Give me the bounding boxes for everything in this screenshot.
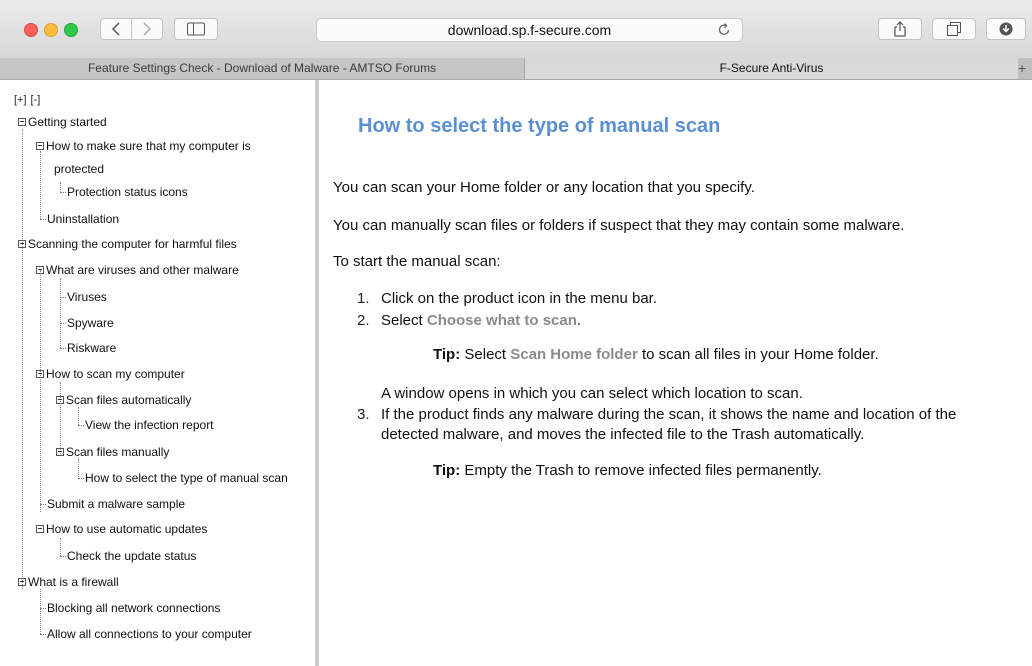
browser-toolbar: download.sp.f-secure.com: [0, 0, 1032, 59]
sidebar-icon: [187, 22, 205, 36]
tree-item-select-manual-scan[interactable]: How to select the type of manual scan: [78, 471, 288, 485]
tree-item-scan-manually[interactable]: Scan files manually: [56, 445, 169, 459]
help-article: How to select the type of manual scan Yo…: [319, 80, 1032, 666]
tree-item-automatic-updates[interactable]: How to use automatic updates: [36, 522, 207, 536]
tree-item-blocking-connections[interactable]: Blocking all network connections: [40, 601, 220, 615]
tree-item-getting-started[interactable]: Getting started: [18, 115, 107, 129]
forward-button[interactable]: [131, 18, 163, 40]
tree-item-what-are-viruses[interactable]: What are viruses and other malware: [36, 263, 239, 277]
tree-item-uninstallation[interactable]: Uninstallation: [40, 212, 119, 226]
window-opens-text: A window opens in which you can select w…: [381, 385, 803, 402]
step-3-line-2: detected malware, and moves the infected…: [381, 426, 865, 443]
tree-item-allow-connections[interactable]: Allow all connections to your computer: [40, 627, 252, 641]
show-sidebar-button[interactable]: [174, 18, 218, 40]
downloads-button[interactable]: [986, 18, 1026, 40]
choose-what-to-scan-label: Choose what to scan: [426, 312, 577, 329]
address-bar[interactable]: download.sp.f-secure.com: [316, 18, 743, 42]
expand-all-link[interactable]: [+]: [14, 94, 27, 106]
tree-item-riskware[interactable]: Riskware: [60, 341, 116, 355]
tab-amtso-forums[interactable]: Feature Settings Check - Download of Mal…: [0, 58, 525, 79]
page-title: How to select the type of manual scan: [358, 115, 721, 137]
tree-guide-line: [60, 278, 61, 348]
minimize-window-button[interactable]: [44, 23, 58, 37]
tip-empty-trash: Tip: Empty the Trash to remove infected …: [433, 462, 822, 479]
step-number: 3.: [357, 406, 370, 423]
tree-guide-line: [40, 270, 41, 512]
tree-item-scanning[interactable]: Scanning the computer for harmful files: [18, 237, 237, 251]
collapse-node-icon[interactable]: [36, 524, 44, 533]
share-icon: [894, 21, 906, 37]
chevron-left-icon: [111, 22, 120, 36]
tree-item-update-status[interactable]: Check the update status: [60, 549, 196, 563]
step-3-line-1: If the product finds any malware during …: [381, 406, 957, 423]
tree-item-spyware[interactable]: Spyware: [60, 316, 114, 330]
tab-bar: Feature Settings Check - Download of Mal…: [0, 58, 1032, 80]
step-1-text: Click on the product icon in the menu ba…: [381, 290, 657, 307]
step-2-text: Select Choose what to scan.: [381, 312, 582, 329]
reload-icon[interactable]: [716, 22, 732, 38]
tree-guide-line: [22, 129, 23, 589]
help-contents-tree: [+] [-] Getting started How to make sure …: [0, 80, 319, 666]
collapse-node-icon[interactable]: [36, 265, 44, 274]
scan-home-folder-label: Scan Home folder: [510, 346, 638, 363]
collapse-all-link[interactable]: [-]: [31, 94, 41, 106]
tree-item-how-to-scan[interactable]: How to scan my computer: [36, 367, 185, 381]
chevron-right-icon: [143, 22, 152, 36]
collapse-node-icon[interactable]: [36, 369, 44, 378]
tab-f-secure-anti-virus[interactable]: F-Secure Anti-Virus: [525, 58, 1018, 79]
back-button[interactable]: [100, 18, 132, 40]
zoom-window-button[interactable]: [64, 23, 78, 37]
intro-paragraph-2: You can manually scan files or folders i…: [333, 217, 905, 234]
tree-item-protection-status-icons[interactable]: Protection status icons: [60, 185, 188, 199]
new-tab-button[interactable]: +: [1018, 58, 1032, 79]
expand-collapse-links: [+] [-]: [14, 94, 44, 106]
share-button[interactable]: [878, 18, 922, 40]
collapse-node-icon[interactable]: [18, 577, 26, 586]
tree-item-infection-report[interactable]: View the infection report: [78, 418, 214, 432]
tabs-icon: [947, 22, 961, 36]
collapse-node-icon[interactable]: [18, 239, 26, 248]
step-number: 1.: [357, 290, 370, 307]
collapse-node-icon[interactable]: [36, 141, 44, 150]
tree-item-scan-automatically[interactable]: Scan files automatically: [56, 393, 191, 407]
step-number: 2.: [357, 312, 370, 329]
collapse-node-icon[interactable]: [56, 395, 64, 404]
tree-item-protected-cont[interactable]: protected: [54, 162, 104, 176]
collapse-node-icon[interactable]: [18, 117, 26, 126]
download-icon: [999, 22, 1013, 36]
show-all-tabs-button[interactable]: [932, 18, 976, 40]
tree-item-protected[interactable]: How to make sure that my computer is: [36, 139, 251, 153]
intro-paragraph-1: You can scan your Home folder or any loc…: [333, 179, 755, 196]
tree-guide-line: [40, 151, 41, 219]
intro-paragraph-3: To start the manual scan:: [333, 253, 501, 270]
tree-item-submit-sample[interactable]: Submit a malware sample: [40, 497, 185, 511]
tree-item-firewall[interactable]: What is a firewall: [18, 575, 119, 589]
tip-scan-home: Tip: Select Scan Home folder to scan all…: [433, 346, 879, 363]
collapse-node-icon[interactable]: [56, 447, 64, 456]
close-window-button[interactable]: [24, 23, 38, 37]
url-text: download.sp.f-secure.com: [447, 22, 612, 38]
tree-item-viruses[interactable]: Viruses: [60, 290, 107, 304]
